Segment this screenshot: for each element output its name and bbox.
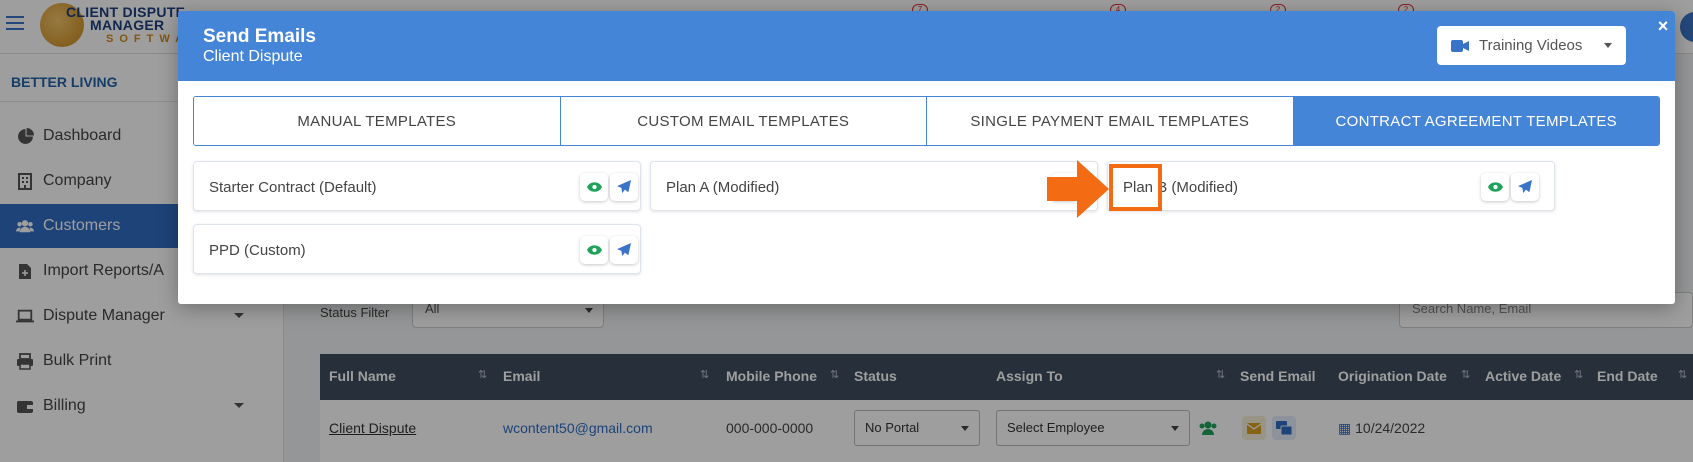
template-card: Starter Contract (Default) [193,161,641,211]
modal-subtitle: Client Dispute [203,48,303,65]
template-card: PPD (Custom) [193,224,641,274]
highlight-box [1109,164,1162,211]
training-videos-dropdown[interactable]: Training Videos [1437,26,1626,65]
eye-icon[interactable] [580,173,608,201]
tab-contract-agreement-templates[interactable]: CONTRACT AGREEMENT TEMPLATES [1293,97,1659,145]
template-tabs: MANUAL TEMPLATES CUSTOM EMAIL TEMPLATES … [193,96,1660,146]
video-camera-icon [1451,39,1469,52]
send-icon[interactable] [1511,173,1539,201]
eye-icon[interactable] [580,236,608,264]
template-name: PPD (Custom) [209,242,306,259]
send-icon[interactable] [610,236,638,264]
training-videos-label: Training Videos [1479,37,1583,54]
send-emails-modal: Send Emails Client Dispute Training Vide… [178,11,1675,304]
template-name: Starter Contract (Default) [209,179,377,196]
tab-single-payment-email-templates[interactable]: SINGLE PAYMENT EMAIL TEMPLATES [927,97,1294,145]
template-name: Plan A (Modified) [666,179,780,196]
eye-icon[interactable] [1481,173,1509,201]
tab-custom-email-templates[interactable]: CUSTOM EMAIL TEMPLATES [560,97,927,145]
template-card: Plan B (Modified) [1107,161,1555,211]
tab-manual-templates[interactable]: MANUAL TEMPLATES [194,97,561,145]
send-icon[interactable] [610,173,638,201]
arrow-right-annotation-icon [1047,160,1111,223]
modal-header: Send Emails Client Dispute Training Vide… [178,11,1675,81]
close-icon[interactable]: × [1654,17,1672,35]
template-card: Plan A (Modified) [650,161,1098,211]
modal-title: Send Emails [203,26,316,47]
chevron-down-icon [1604,43,1612,48]
